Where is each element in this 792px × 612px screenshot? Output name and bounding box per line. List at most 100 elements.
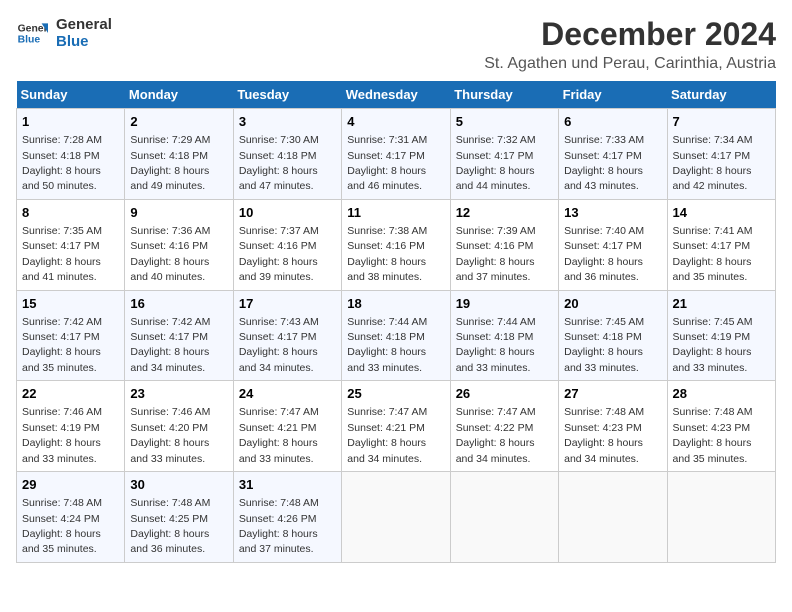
day-number: 8 [22, 204, 119, 222]
calendar-cell: 7Sunrise: 7:34 AM Sunset: 4:17 PM Daylig… [667, 109, 775, 200]
day-header-thursday: Thursday [450, 81, 558, 109]
day-detail: Sunrise: 7:48 AM Sunset: 4:23 PM Dayligh… [673, 406, 753, 464]
day-number: 16 [130, 295, 227, 313]
day-header-friday: Friday [559, 81, 667, 109]
calendar-cell: 21 Sunrise: 7:45 AM Sunset: 4:19 PM Dayli… [667, 290, 775, 381]
calendar-cell: 29 Sunrise: 7:48 AM Sunset: 4:24 PM Dayli… [17, 472, 125, 563]
week-row-5: 29 Sunrise: 7:48 AM Sunset: 4:24 PM Dayli… [17, 472, 776, 563]
day-header-saturday: Saturday [667, 81, 775, 109]
day-detail: Sunrise: 7:33 AM Sunset: 4:17 PM Dayligh… [564, 134, 644, 192]
day-number: 28 [673, 385, 770, 403]
week-row-1: 1 Sunrise: 7:28 AM Sunset: 4:18 PM Daylig… [17, 109, 776, 200]
calendar-cell: 18 Sunrise: 7:44 AM Sunset: 4:18 PM Dayli… [342, 290, 450, 381]
calendar-subtitle: St. Agathen und Perau, Carinthia, Austri… [484, 55, 776, 73]
day-detail: Sunrise: 7:46 AM Sunset: 4:20 PM Dayligh… [130, 406, 210, 464]
day-detail: Sunrise: 7:41 AM Sunset: 4:17 PM Dayligh… [673, 225, 753, 283]
calendar-cell [342, 472, 450, 563]
day-number: 19 [456, 295, 553, 313]
calendar-title: December 2024 [484, 16, 776, 53]
day-number: 13 [564, 204, 661, 222]
calendar-cell: 4Sunrise: 7:31 AM Sunset: 4:17 PM Daylig… [342, 109, 450, 200]
day-number: 22 [22, 385, 119, 403]
day-number: 2 [130, 113, 227, 131]
day-detail: Sunrise: 7:45 AM Sunset: 4:18 PM Dayligh… [564, 316, 644, 374]
day-number: 14 [673, 204, 770, 222]
day-number: 21 [673, 295, 770, 313]
day-detail: Sunrise: 7:45 AM Sunset: 4:19 PM Dayligh… [673, 316, 753, 374]
calendar-cell: 27Sunrise: 7:48 AM Sunset: 4:23 PM Dayli… [559, 381, 667, 472]
day-detail: Sunrise: 7:46 AM Sunset: 4:19 PM Dayligh… [22, 406, 102, 464]
day-number: 20 [564, 295, 661, 313]
calendar-cell: 8 Sunrise: 7:35 AM Sunset: 4:17 PM Daylig… [17, 199, 125, 290]
calendar-cell: 23 Sunrise: 7:46 AM Sunset: 4:20 PM Dayli… [125, 381, 233, 472]
day-number: 24 [239, 385, 336, 403]
week-row-4: 22 Sunrise: 7:46 AM Sunset: 4:19 PM Dayli… [17, 381, 776, 472]
title-area: December 2024 St. Agathen und Perau, Car… [484, 16, 776, 73]
calendar-cell: 17 Sunrise: 7:43 AM Sunset: 4:17 PM Dayli… [233, 290, 341, 381]
day-detail: Sunrise: 7:48 AM Sunset: 4:25 PM Dayligh… [130, 497, 210, 555]
day-number: 15 [22, 295, 119, 313]
day-number: 5 [456, 113, 553, 131]
calendar-cell: 10 Sunrise: 7:37 AM Sunset: 4:16 PM Dayli… [233, 199, 341, 290]
day-detail: Sunrise: 7:28 AM Sunset: 4:18 PM Dayligh… [22, 134, 102, 192]
calendar-cell: 16 Sunrise: 7:42 AM Sunset: 4:17 PM Dayli… [125, 290, 233, 381]
day-detail: Sunrise: 7:36 AM Sunset: 4:16 PM Dayligh… [130, 225, 210, 283]
day-detail: Sunrise: 7:43 AM Sunset: 4:17 PM Dayligh… [239, 316, 319, 374]
day-number: 11 [347, 204, 444, 222]
day-detail: Sunrise: 7:47 AM Sunset: 4:21 PM Dayligh… [239, 406, 319, 464]
calendar-cell: 25 Sunrise: 7:47 AM Sunset: 4:21 PM Dayli… [342, 381, 450, 472]
svg-text:Blue: Blue [18, 35, 41, 46]
calendar-cell: 3 Sunrise: 7:30 AM Sunset: 4:18 PM Daylig… [233, 109, 341, 200]
day-number: 10 [239, 204, 336, 222]
calendar-cell: 6Sunrise: 7:33 AM Sunset: 4:17 PM Daylig… [559, 109, 667, 200]
calendar-cell [450, 472, 558, 563]
day-number: 25 [347, 385, 444, 403]
day-detail: Sunrise: 7:42 AM Sunset: 4:17 PM Dayligh… [22, 316, 102, 374]
calendar-cell: 30Sunrise: 7:48 AM Sunset: 4:25 PM Dayli… [125, 472, 233, 563]
day-detail: Sunrise: 7:39 AM Sunset: 4:16 PM Dayligh… [456, 225, 536, 283]
day-detail: Sunrise: 7:35 AM Sunset: 4:17 PM Dayligh… [22, 225, 102, 283]
calendar-cell: 5 Sunrise: 7:32 AM Sunset: 4:17 PM Daylig… [450, 109, 558, 200]
day-detail: Sunrise: 7:40 AM Sunset: 4:17 PM Dayligh… [564, 225, 644, 283]
calendar-cell: 11 Sunrise: 7:38 AM Sunset: 4:16 PM Dayli… [342, 199, 450, 290]
day-detail: Sunrise: 7:48 AM Sunset: 4:24 PM Dayligh… [22, 497, 102, 555]
day-number: 12 [456, 204, 553, 222]
day-detail: Sunrise: 7:32 AM Sunset: 4:17 PM Dayligh… [456, 134, 536, 192]
day-number: 26 [456, 385, 553, 403]
day-number: 4 [347, 113, 444, 131]
day-detail: Sunrise: 7:34 AM Sunset: 4:17 PM Dayligh… [673, 134, 753, 192]
day-number: 29 [22, 476, 119, 494]
header: General Blue General Blue December 2024 … [16, 16, 776, 73]
day-detail: Sunrise: 7:38 AM Sunset: 4:16 PM Dayligh… [347, 225, 427, 283]
day-number: 17 [239, 295, 336, 313]
day-detail: Sunrise: 7:37 AM Sunset: 4:16 PM Dayligh… [239, 225, 319, 283]
calendar-table: SundayMondayTuesdayWednesdayThursdayFrid… [16, 81, 776, 563]
day-number: 9 [130, 204, 227, 222]
calendar-cell [559, 472, 667, 563]
day-header-sunday: Sunday [17, 81, 125, 109]
day-detail: Sunrise: 7:42 AM Sunset: 4:17 PM Dayligh… [130, 316, 210, 374]
calendar-cell: 1 Sunrise: 7:28 AM Sunset: 4:18 PM Daylig… [17, 109, 125, 200]
calendar-cell: 9 Sunrise: 7:36 AM Sunset: 4:16 PM Daylig… [125, 199, 233, 290]
day-detail: Sunrise: 7:44 AM Sunset: 4:18 PM Dayligh… [347, 316, 427, 374]
day-number: 23 [130, 385, 227, 403]
day-number: 1 [22, 113, 119, 131]
day-detail: Sunrise: 7:30 AM Sunset: 4:18 PM Dayligh… [239, 134, 319, 192]
day-number: 18 [347, 295, 444, 313]
calendar-cell: 20 Sunrise: 7:45 AM Sunset: 4:18 PM Dayli… [559, 290, 667, 381]
calendar-cell: 19Sunrise: 7:44 AM Sunset: 4:18 PM Dayli… [450, 290, 558, 381]
logo-line2: Blue [56, 33, 112, 50]
calendar-cell: 24 Sunrise: 7:47 AM Sunset: 4:21 PM Dayli… [233, 381, 341, 472]
day-number: 3 [239, 113, 336, 131]
day-detail: Sunrise: 7:47 AM Sunset: 4:22 PM Dayligh… [456, 406, 536, 464]
day-detail: Sunrise: 7:47 AM Sunset: 4:21 PM Dayligh… [347, 406, 427, 464]
calendar-cell: 22 Sunrise: 7:46 AM Sunset: 4:19 PM Dayli… [17, 381, 125, 472]
calendar-cell: 2Sunrise: 7:29 AM Sunset: 4:18 PM Daylig… [125, 109, 233, 200]
day-number: 31 [239, 476, 336, 494]
day-number: 27 [564, 385, 661, 403]
day-header-monday: Monday [125, 81, 233, 109]
calendar-cell: 26 Sunrise: 7:47 AM Sunset: 4:22 PM Dayli… [450, 381, 558, 472]
day-detail: Sunrise: 7:48 AM Sunset: 4:26 PM Dayligh… [239, 497, 319, 555]
calendar-header-row: SundayMondayTuesdayWednesdayThursdayFrid… [17, 81, 776, 109]
calendar-cell [667, 472, 775, 563]
